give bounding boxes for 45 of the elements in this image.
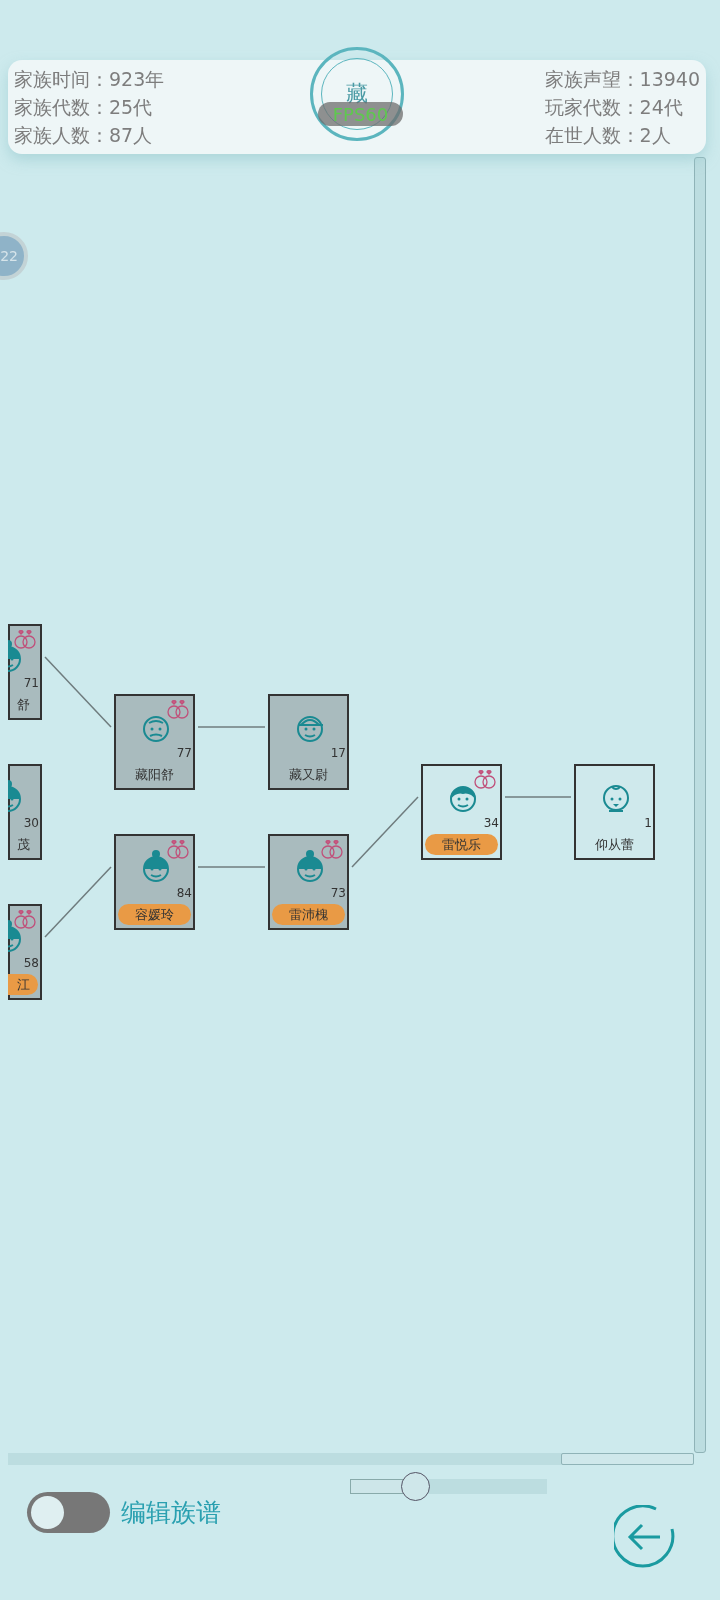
- member-card[interactable]: 30 茂: [8, 764, 42, 860]
- toggle-label: 编辑族谱: [121, 1496, 221, 1529]
- member-name: 江: [8, 974, 38, 995]
- age-text: 84: [176, 886, 192, 900]
- age-text: 17: [330, 746, 346, 760]
- connector-line: [504, 796, 572, 798]
- stat-text: 家族代数：25代: [14, 95, 154, 120]
- edit-toggle[interactable]: [27, 1491, 110, 1533]
- stat-text: 家族时间：923年: [14, 67, 165, 92]
- member-card[interactable]: 17 藏又尉: [268, 694, 349, 790]
- vertical-scrollbar[interactable]: [694, 157, 706, 1453]
- stat-text: 在世人数：2人: [544, 123, 672, 148]
- connector-line: [44, 656, 112, 728]
- member-name: 舒: [16, 695, 31, 714]
- connector-line: [44, 866, 112, 938]
- connector-line: [197, 866, 266, 868]
- stat-text: 家族人数：87人: [14, 123, 154, 148]
- member-card[interactable]: 34 雷悦乐: [421, 764, 502, 860]
- member-card[interactable]: 71 舒: [8, 624, 42, 720]
- member-card[interactable]: 84 容媛玲: [114, 834, 195, 930]
- age-text: 73: [330, 886, 346, 900]
- member-name: 藏阳舒: [134, 765, 175, 784]
- connector-line: [197, 726, 266, 728]
- stat-text: 玩家代数：24代: [544, 95, 684, 120]
- member-card[interactable]: 73 雷沛槐: [268, 834, 349, 930]
- member-name: 容媛玲: [118, 904, 191, 925]
- member-name: 藏又尉: [288, 765, 329, 784]
- member-name: 雷沛槐: [272, 904, 345, 925]
- member-name: 茂: [16, 835, 31, 854]
- slider-thumb[interactable]: [401, 1472, 430, 1501]
- member-name: 仰从蕾: [594, 835, 635, 854]
- age-text: 34: [483, 816, 499, 830]
- fps-counter: FPS60: [318, 102, 403, 126]
- member-card[interactable]: 77 藏阳舒: [114, 694, 195, 790]
- member-card[interactable]: 58 江: [8, 904, 42, 1000]
- age-text: 58: [23, 956, 39, 970]
- connector-line: [351, 796, 419, 868]
- age-text: 77: [176, 746, 192, 760]
- age-text: 71: [23, 676, 39, 690]
- member-card[interactable]: 1 仰从蕾: [574, 764, 655, 860]
- age-text: 30: [23, 816, 39, 830]
- member-name: 雷悦乐: [425, 834, 498, 855]
- age-text: 1: [644, 816, 652, 830]
- horizontal-scrollbar[interactable]: [8, 1453, 694, 1465]
- stat-text: 家族声望：13940: [544, 67, 700, 92]
